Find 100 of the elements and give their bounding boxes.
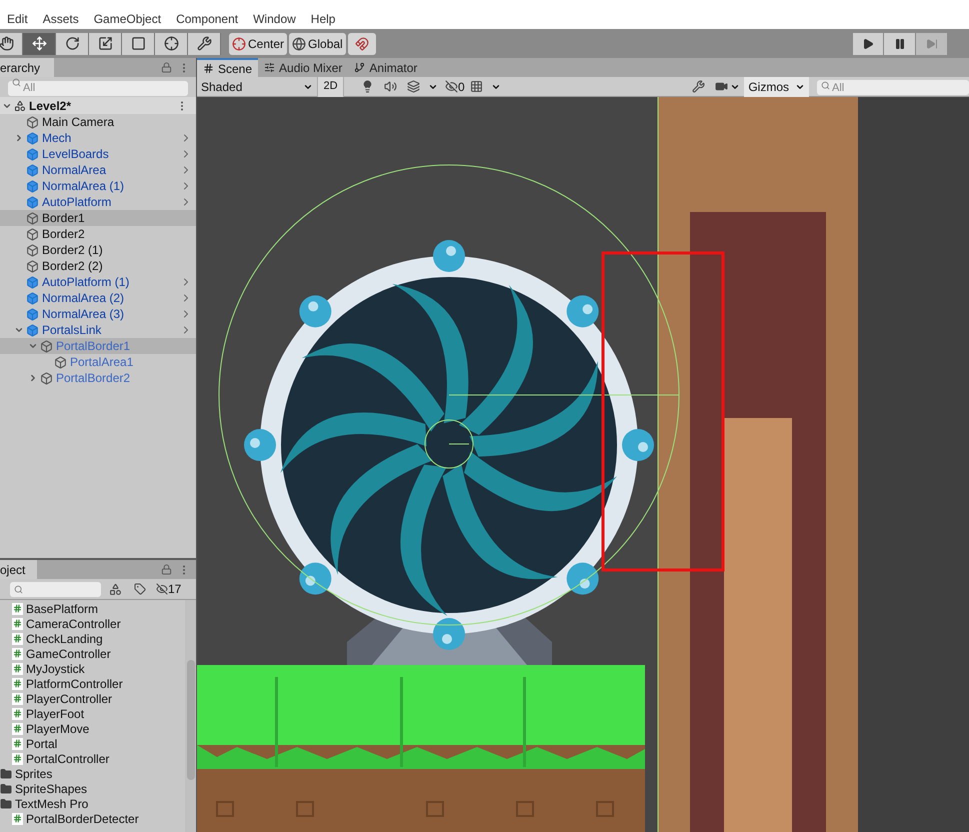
menu-item[interactable]: Help: [310, 10, 336, 28]
scale-tool-icon: [98, 36, 112, 51]
project-item[interactable]: Sprites: [0, 766, 185, 781]
project-item[interactable]: BasePlatform: [0, 601, 185, 616]
unity-scene-icon: [14, 100, 26, 112]
project-tab[interactable]: oject: [0, 560, 38, 579]
2d-toggle[interactable]: 2D: [318, 76, 344, 96]
hierarchy-tab[interactable]: erarchy: [0, 58, 54, 77]
hierarchy-item[interactable]: NormalArea (3): [0, 306, 196, 322]
hierarchy-item[interactable]: AutoPlatform (1): [0, 274, 196, 290]
project-item[interactable]: Portal: [0, 736, 185, 751]
step-icon: [926, 38, 938, 50]
hidden-packages-toggle[interactable]: 17: [156, 580, 182, 598]
gizmos-dropdown[interactable]: Gizmos: [744, 76, 809, 96]
project-item[interactable]: CheckLanding: [0, 631, 185, 646]
hierarchy-item-label: Border2 (2): [42, 258, 103, 275]
hierarchy-item[interactable]: NormalArea (2): [0, 290, 196, 306]
script-icon: [12, 708, 23, 720]
project-item-label: PlayerFoot: [26, 706, 84, 722]
audio-icon[interactable]: [384, 80, 397, 93]
lock-icon[interactable]: [161, 62, 172, 73]
project-item-label: PortalBorderDetecter: [26, 810, 139, 828]
tab[interactable]: Scene: [197, 58, 258, 77]
play-button[interactable]: [853, 32, 884, 54]
script-icon: [12, 648, 23, 660]
project-item[interactable]: PortalBorderDetecter: [0, 811, 185, 826]
hierarchy-item[interactable]: Border2 (2): [0, 258, 196, 274]
tag-icon[interactable]: [134, 583, 146, 595]
hierarchy-item[interactable]: NormalArea: [0, 162, 196, 178]
tool-button[interactable]: [89, 32, 122, 54]
tool-button[interactable]: [188, 32, 221, 54]
project-item-label: TextMesh Pro: [15, 796, 88, 812]
menu-item[interactable]: Assets: [42, 10, 79, 28]
eye-off-icon: [445, 80, 458, 93]
pivot-button[interactable]: Center: [229, 32, 288, 54]
hierarchy-item-label: Border1: [42, 210, 85, 227]
pause-button[interactable]: [884, 32, 916, 54]
animator-tab-icon: [354, 62, 366, 73]
lighting-icon[interactable]: [361, 80, 374, 93]
project-item[interactable]: TextMesh Pro: [0, 796, 185, 811]
script-icon: [12, 692, 23, 704]
hierarchy-item[interactable]: Border1: [0, 210, 196, 226]
snap-icon: [354, 36, 369, 50]
snap-button[interactable]: [348, 32, 376, 54]
project-item[interactable]: CameraController: [0, 616, 185, 631]
lock-icon[interactable]: [161, 564, 172, 575]
grid-icon[interactable]: [470, 80, 483, 93]
project-item[interactable]: GameController: [0, 646, 185, 661]
scene-row[interactable]: Level2*: [0, 97, 196, 114]
tool-button[interactable]: [56, 32, 89, 54]
menu-item[interactable]: Component: [176, 10, 238, 28]
menu-item[interactable]: Edit: [7, 10, 28, 28]
hierarchy-item-label: PortalArea1: [70, 354, 134, 371]
scene-name: Level2*: [29, 98, 72, 114]
hierarchy-item[interactable]: Border2: [0, 226, 196, 242]
effects-icon[interactable]: [407, 80, 420, 93]
scene-tab-icon: [203, 63, 214, 74]
hierarchy-item-label: Border2 (1): [42, 242, 103, 259]
project-item-label: PlatformController: [26, 676, 123, 692]
search-field[interactable]: All: [817, 80, 969, 96]
tool-button[interactable]: [122, 32, 155, 54]
tool-button[interactable]: [23, 32, 56, 54]
menu-item[interactable]: GameObject: [94, 10, 162, 28]
space-button[interactable]: Global: [289, 32, 346, 54]
hierarchy-item[interactable]: NormalArea (1): [0, 178, 196, 194]
project-item[interactable]: PlatformController: [0, 676, 185, 691]
tab[interactable]: Audio Mixer: [258, 58, 348, 77]
project-item[interactable]: PlayerController: [0, 691, 185, 706]
camera-icon: [715, 80, 728, 93]
hidden-objects-toggle[interactable]: 0: [445, 78, 465, 96]
project-item[interactable]: PlayerMove: [0, 721, 185, 736]
script-icon: [12, 722, 23, 734]
project-item[interactable]: PlayerFoot: [0, 706, 185, 721]
hierarchy-item[interactable]: Border2 (1): [0, 242, 196, 258]
hierarchy-item[interactable]: PortalsLink: [0, 322, 196, 338]
tool-button[interactable]: [155, 32, 188, 54]
hierarchy-item-label: PortalsLink: [42, 322, 102, 339]
rotate-tool-icon: [64, 36, 80, 51]
hierarchy-item-label: NormalArea (1): [42, 178, 124, 195]
search-field[interactable]: All: [8, 80, 188, 96]
project-item[interactable]: MyJoystick: [0, 661, 185, 676]
folder-icon: [0, 798, 12, 810]
hierarchy-item[interactable]: LevelBoards: [0, 146, 196, 162]
filter-by-type-icon[interactable]: [109, 582, 122, 596]
project-item[interactable]: SpriteShapes: [0, 781, 185, 796]
folder-icon: [0, 768, 12, 780]
script-icon: [12, 678, 23, 690]
scrollbar[interactable]: [185, 600, 196, 832]
hierarchy-item-label: PortalBorder2: [56, 370, 130, 387]
tools-icon[interactable]: [692, 80, 706, 93]
hierarchy-item[interactable]: Main Camera: [0, 114, 196, 130]
hierarchy-item-label: NormalArea (3): [42, 306, 124, 323]
pause-icon: [894, 38, 906, 50]
project-item[interactable]: PortalController: [0, 751, 185, 766]
project-item-label: SpriteShapes: [15, 780, 88, 798]
tab[interactable]: Animator: [348, 58, 424, 77]
hierarchy-item[interactable]: Mech: [0, 130, 196, 146]
hierarchy-item[interactable]: AutoPlatform: [0, 194, 196, 210]
menu-item[interactable]: Window: [253, 10, 296, 28]
search-field[interactable]: [10, 582, 101, 596]
